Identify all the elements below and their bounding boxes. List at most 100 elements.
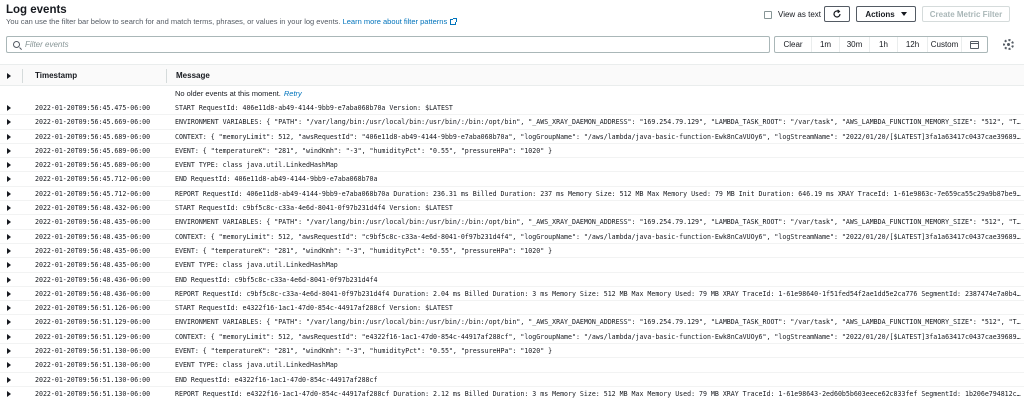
expand-row-icon[interactable] [7, 290, 11, 297]
row-timestamp: 2022-01-20T09:56:45.475-06:00 [35, 104, 151, 112]
calendar-icon [970, 40, 979, 49]
filter-placeholder: Filter events [25, 40, 69, 49]
row-timestamp: 2022-01-20T09:56:51.126-06:00 [35, 304, 151, 313]
table-row[interactable]: 2022-01-20T09:56:48.432-06:00 START Reque… [0, 201, 1024, 216]
expand-row-icon[interactable] [7, 205, 11, 212]
table-row[interactable]: 2022-01-20T09:56:51.130-06:00 END Request… [0, 373, 1024, 387]
actions-label: Actions [865, 9, 895, 19]
table-row[interactable]: 2022-01-20T09:56:51.129-06:00 CONTEXT: { … [0, 330, 1024, 345]
expand-row-icon[interactable] [7, 305, 11, 312]
table-row[interactable]: 2022-01-20T09:56:45.689-06:00 EVENT TYPE:… [0, 158, 1024, 173]
row-timestamp: 2022-01-20T09:56:51.130-06:00 [35, 347, 151, 356]
table-row[interactable]: 2022-01-20T09:56:45.689-06:00 EVENT: { "t… [0, 144, 1024, 159]
no-older-events-notice: No older events at this moment. Retry [0, 86, 1024, 101]
table-row[interactable]: 2022-01-20T09:56:45.712-06:00 END Request… [0, 172, 1024, 187]
table-row[interactable]: 2022-01-20T09:56:48.435-06:00 CONTEXT: { … [0, 230, 1024, 244]
row-message: ENVIRONMENT VARIABLES: { "PATH": "/var/l… [175, 318, 1021, 327]
time-option-1m[interactable]: 1m [811, 37, 839, 52]
expand-row-icon[interactable] [7, 147, 11, 154]
table-row[interactable]: 2022-01-20T09:56:48.435-06:00 EVENT TYPE:… [0, 258, 1024, 273]
row-message: CONTEXT: { "memoryLimit": 512, "awsReque… [175, 332, 1021, 341]
row-timestamp: 2022-01-20T09:56:51.130-06:00 [35, 375, 151, 384]
expand-row-icon[interactable] [7, 119, 11, 126]
table-row[interactable]: 2022-01-20T09:56:45.669-06:00 ENVIRONMENT… [0, 115, 1024, 130]
row-timestamp: 2022-01-20T09:56:45.689-06:00 [35, 146, 151, 155]
expand-row-icon[interactable] [7, 348, 11, 355]
row-timestamp: 2022-01-20T09:56:48.435-06:00 [35, 246, 151, 255]
search-icon [13, 41, 20, 48]
caret-down-icon [900, 12, 907, 16]
row-message: ENVIRONMENT VARIABLES: { "PATH": "/var/l… [175, 118, 1021, 127]
row-message: EVENT: { "temperatureK": "281", "windKmh… [175, 146, 553, 155]
time-option-1h[interactable]: 1h [869, 37, 897, 52]
table-row[interactable]: 2022-01-20T09:56:51.129-06:00 ENVIRONMENT… [0, 315, 1024, 330]
row-timestamp: 2022-01-20T09:56:45.689-06:00 [35, 161, 151, 170]
row-timestamp: 2022-01-20T09:56:48.436-06:00 [35, 275, 151, 284]
clear-button[interactable]: Clear [775, 37, 811, 52]
view-as-text-toggle[interactable]: View as text [764, 10, 821, 19]
table-row[interactable]: 2022-01-20T09:56:45.475-06:00 START Reque… [0, 101, 1024, 116]
filter-events-input[interactable]: Filter events [6, 36, 770, 53]
expand-row-icon[interactable] [7, 219, 11, 226]
expand-row-icon[interactable] [7, 333, 11, 340]
create-metric-filter-button[interactable]: Create Metric Filter [922, 6, 1010, 22]
view-as-text-checkbox[interactable] [764, 10, 772, 19]
expand-row-icon[interactable] [7, 276, 11, 283]
expand-row-icon[interactable] [7, 376, 11, 383]
page-description: You can use the filter bar below to sear… [6, 17, 458, 26]
expand-row-icon[interactable] [7, 390, 11, 397]
actions-dropdown[interactable]: Actions [856, 6, 916, 22]
row-message: START RequestId: e4322f16-1ac1-47d0-854c… [175, 304, 453, 313]
expand-row-icon[interactable] [7, 262, 11, 269]
table-row[interactable]: 2022-01-20T09:56:48.436-06:00 END Request… [0, 273, 1024, 287]
log-rows: 2022-01-20T09:56:45.475-06:00 START Reque… [0, 101, 1024, 400]
learn-more-label: Learn more about filter patterns [342, 17, 448, 26]
refresh-button[interactable] [824, 6, 850, 22]
expand-row-icon[interactable] [7, 362, 11, 369]
expand-row-icon[interactable] [7, 105, 11, 111]
row-message: ENVIRONMENT VARIABLES: { "PATH": "/var/l… [175, 218, 1021, 227]
expand-row-icon[interactable] [7, 247, 11, 254]
gear-icon[interactable] [1003, 39, 1014, 50]
expand-row-icon[interactable] [7, 190, 11, 197]
log-events-table: Timestamp Message No older events at thi… [0, 64, 1024, 400]
time-range-selector: Clear 1m 30m 1h 12h Custom [774, 36, 988, 53]
table-row[interactable]: 2022-01-20T09:56:51.126-06:00 START Reque… [0, 301, 1024, 316]
table-row[interactable]: 2022-01-20T09:56:45.689-06:00 CONTEXT: { … [0, 130, 1024, 144]
page-title: Log events [6, 4, 67, 16]
row-message: START RequestId: c9bf5c8c-c33a-4e6d-8041… [175, 204, 453, 213]
timestamp-column-header[interactable]: Timestamp [35, 71, 77, 80]
table-header: Timestamp Message [0, 64, 1024, 86]
calendar-button[interactable] [961, 37, 987, 52]
row-message: CONTEXT: { "memoryLimit": 512, "awsReque… [175, 232, 1021, 241]
table-row[interactable]: 2022-01-20T09:56:48.436-06:00 REPORT Requ… [0, 287, 1024, 302]
expand-all-icon[interactable] [7, 73, 11, 79]
row-timestamp: 2022-01-20T09:56:51.129-06:00 [35, 332, 151, 341]
row-timestamp: 2022-01-20T09:56:45.669-06:00 [35, 118, 151, 127]
expand-row-icon[interactable] [7, 133, 11, 140]
table-row[interactable]: 2022-01-20T09:56:51.130-06:00 EVENT: { "t… [0, 344, 1024, 359]
row-message: EVENT TYPE: class java.util.LinkedHashMa… [175, 361, 338, 370]
expand-row-icon[interactable] [7, 162, 11, 169]
expand-row-icon[interactable] [7, 233, 11, 240]
expand-row-icon[interactable] [7, 176, 11, 183]
column-divider [166, 69, 167, 83]
table-row[interactable]: 2022-01-20T09:56:51.130-06:00 EVENT TYPE:… [0, 358, 1024, 373]
row-message: END RequestId: 406e11d8-ab49-4144-9bb9-e… [175, 175, 378, 184]
row-timestamp: 2022-01-20T09:56:45.712-06:00 [35, 189, 151, 198]
time-option-custom[interactable]: Custom [927, 37, 961, 52]
time-option-30m[interactable]: 30m [839, 37, 869, 52]
learn-more-link[interactable]: Learn more about filter patterns [342, 17, 458, 26]
time-option-12h[interactable]: 12h [897, 37, 927, 52]
retry-link[interactable]: Retry [284, 89, 302, 98]
row-timestamp: 2022-01-20T09:56:51.130-06:00 [35, 361, 151, 370]
row-timestamp: 2022-01-20T09:56:48.432-06:00 [35, 204, 151, 213]
row-message: EVENT TYPE: class java.util.LinkedHashMa… [175, 261, 338, 270]
table-row[interactable]: 2022-01-20T09:56:45.712-06:00 REPORT Requ… [0, 187, 1024, 202]
message-column-header[interactable]: Message [176, 71, 210, 80]
row-message: START RequestId: 406e11d8-ab49-4144-9bb9… [175, 104, 453, 112]
table-row[interactable]: 2022-01-20T09:56:48.435-06:00 EVENT: { "t… [0, 244, 1024, 259]
table-row[interactable]: 2022-01-20T09:56:48.435-06:00 ENVIRONMENT… [0, 215, 1024, 230]
table-row[interactable]: 2022-01-20T09:56:51.130-06:00 REPORT Requ… [0, 387, 1024, 400]
expand-row-icon[interactable] [7, 319, 11, 326]
